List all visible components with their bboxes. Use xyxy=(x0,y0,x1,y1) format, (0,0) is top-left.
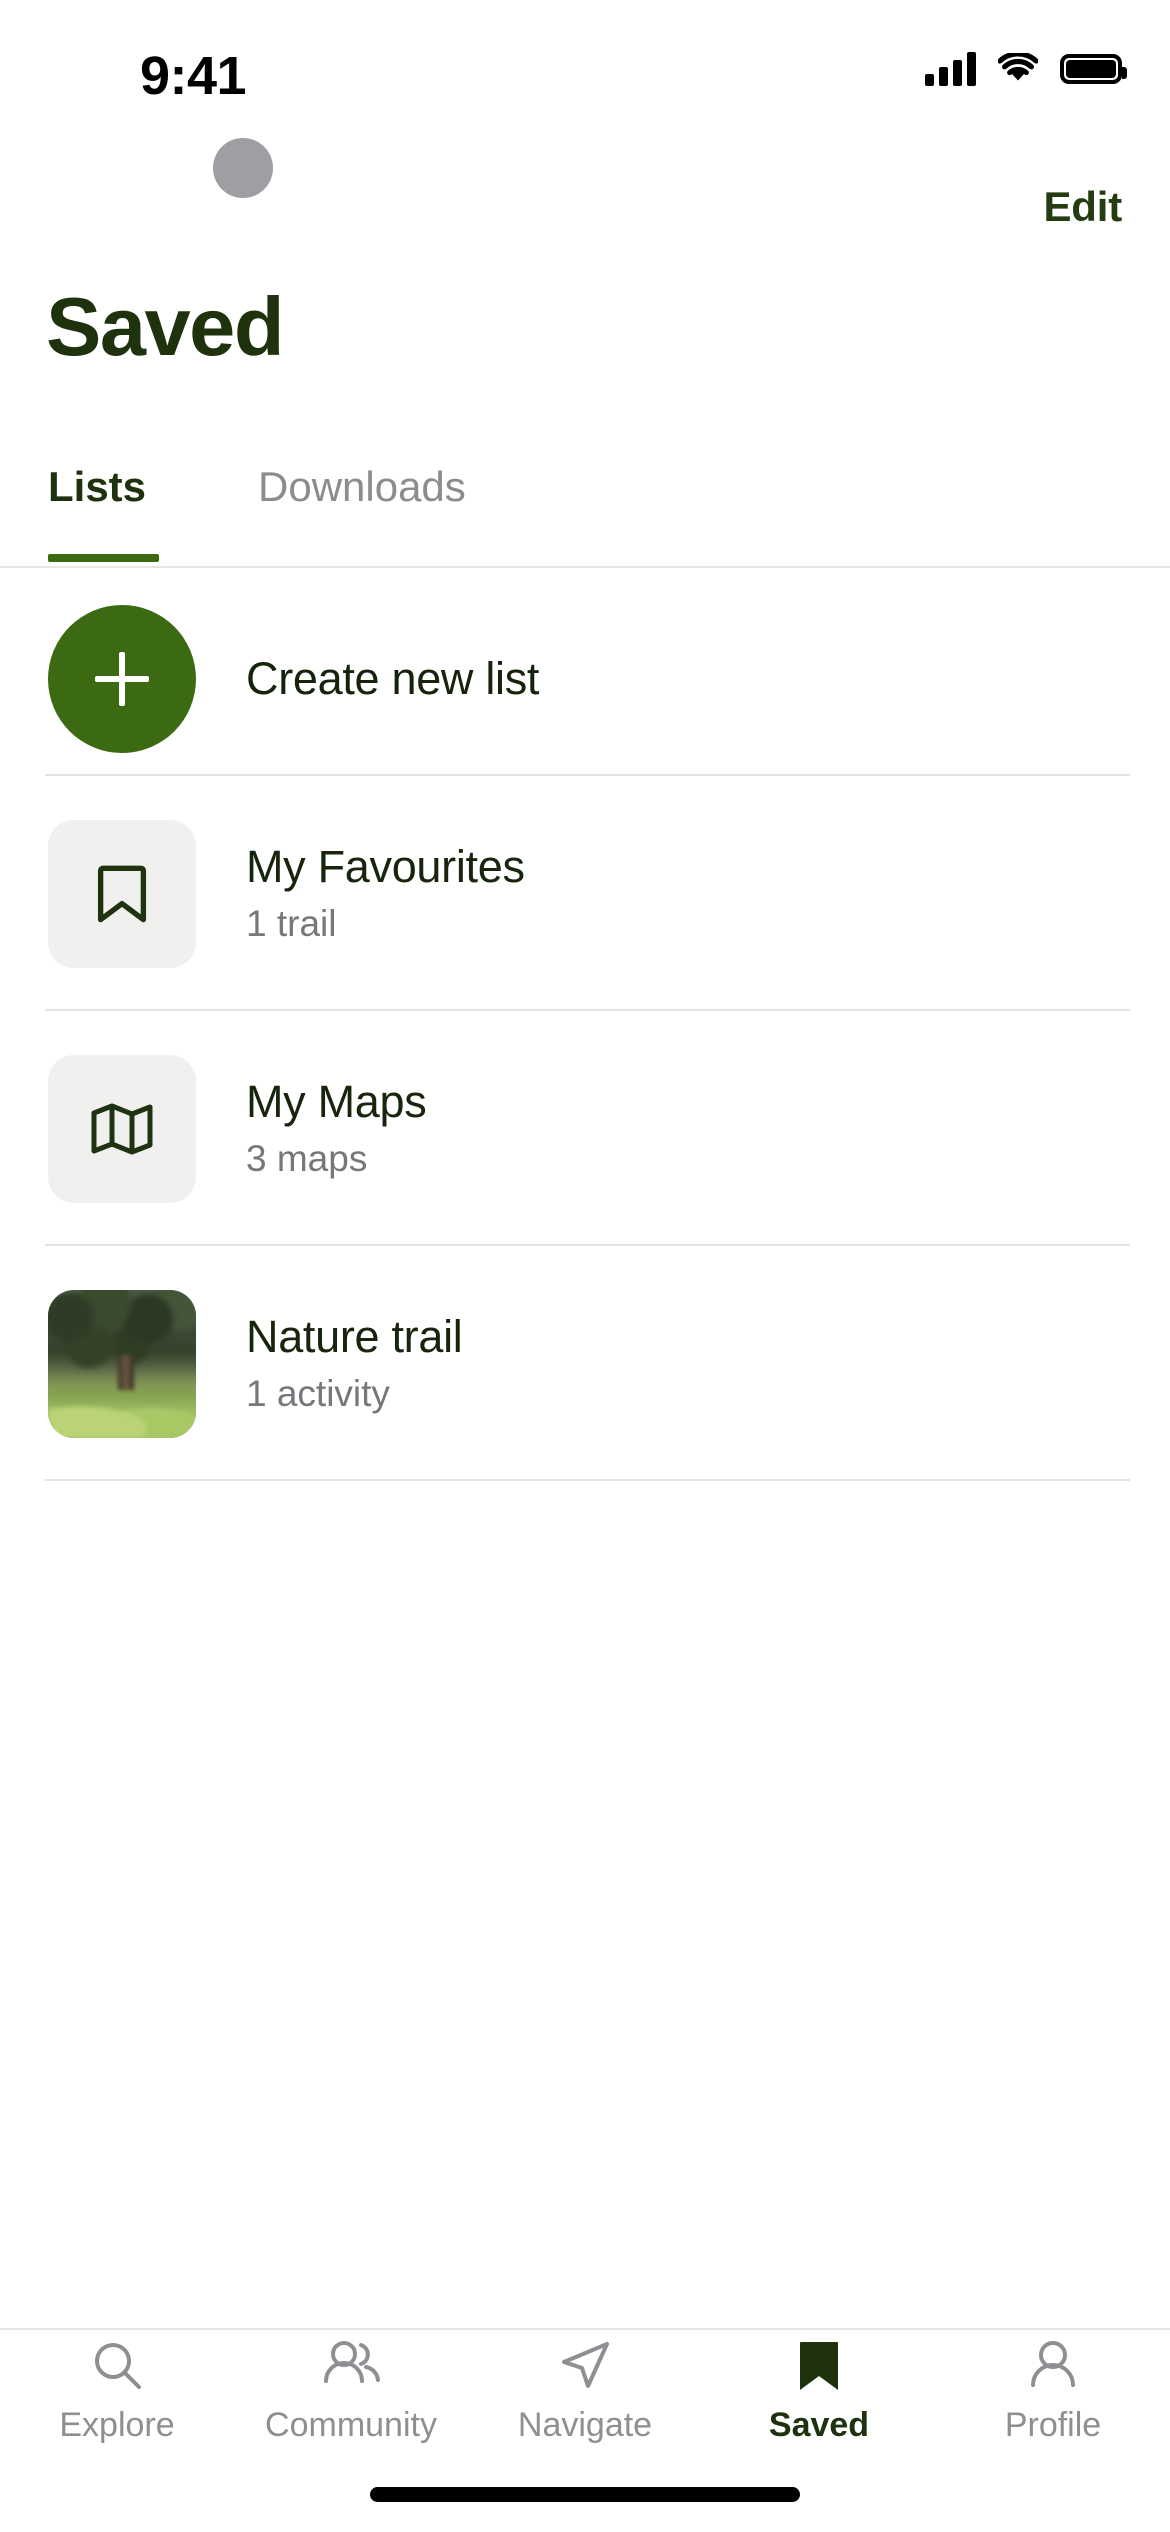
avatar[interactable] xyxy=(213,138,273,198)
home-indicator[interactable] xyxy=(370,2487,800,2502)
tabbar-label: Explore xyxy=(59,2406,175,2444)
list-item-my-maps[interactable]: My Maps 3 maps xyxy=(0,1011,1170,1246)
app-screen: 9:41 Edit Saved Lists Downloads Create n… xyxy=(0,0,1170,2532)
list-item-title: My Maps xyxy=(246,1075,427,1127)
saved-lists: Create new list My Favourites 1 trail My… xyxy=(0,568,1170,1481)
list-item-my-favourites[interactable]: My Favourites 1 trail xyxy=(0,776,1170,1011)
people-icon xyxy=(319,2336,383,2394)
map-icon xyxy=(48,1054,196,1203)
create-new-list-row[interactable]: Create new list xyxy=(0,568,1170,776)
list-item-title: My Favourites xyxy=(246,840,525,892)
tabbar-item-profile[interactable]: Profile xyxy=(936,2330,1170,2445)
search-icon xyxy=(89,2336,145,2394)
bottom-tab-bar: Explore Community Navigate Saved Profile xyxy=(0,2330,1170,2452)
list-item-title: Nature trail xyxy=(246,1310,463,1362)
create-new-list-text: Create new list xyxy=(246,652,540,704)
status-bar: 9:41 xyxy=(0,0,1170,106)
tab-lists[interactable]: Lists xyxy=(48,466,146,520)
tabbar-label: Profile xyxy=(1004,2406,1102,2444)
photo-thumbnail xyxy=(48,1289,196,1438)
cellular-signal-icon xyxy=(925,52,976,86)
tabbar-item-saved[interactable]: Saved xyxy=(702,2330,936,2445)
battery-full-icon xyxy=(1060,54,1127,84)
wifi-icon xyxy=(997,51,1039,85)
bookmark-filled-icon xyxy=(797,2336,841,2394)
list-item-nature-trail[interactable]: Nature trail 1 activity xyxy=(0,1246,1170,1481)
tabbar-label: Navigate xyxy=(517,2406,653,2444)
list-item-text: Nature trail 1 activity xyxy=(246,1310,463,1415)
list-item-subtitle: 1 trail xyxy=(246,903,337,945)
status-bar-time: 9:41 xyxy=(140,46,247,106)
tab-strip: Lists Downloads xyxy=(0,466,1170,566)
tabbar-label: Saved xyxy=(768,2406,870,2444)
tabbar-label: Community xyxy=(265,2406,437,2444)
list-item-subtitle: 3 maps xyxy=(246,1138,368,1180)
tab-downloads[interactable]: Downloads xyxy=(258,466,466,520)
list-item-text: My Maps 3 maps xyxy=(246,1075,427,1180)
row-separator xyxy=(45,1479,1130,1481)
edit-button[interactable]: Edit xyxy=(1043,183,1122,231)
navigate-icon xyxy=(557,2336,613,2394)
tabbar-item-explore[interactable]: Explore xyxy=(0,2330,234,2445)
create-new-list-label: Create new list xyxy=(246,652,540,704)
status-bar-icons xyxy=(925,51,1127,86)
list-item-subtitle: 1 activity xyxy=(246,1373,390,1415)
tab-active-indicator xyxy=(48,554,159,562)
tabbar-item-community[interactable]: Community xyxy=(234,2330,468,2445)
tabbar-item-navigate[interactable]: Navigate xyxy=(468,2330,702,2445)
page-title: Saved xyxy=(46,280,285,373)
person-icon xyxy=(1025,2336,1081,2394)
plus-icon xyxy=(48,605,196,753)
bookmark-icon xyxy=(48,819,196,968)
list-item-text: My Favourites 1 trail xyxy=(246,840,525,945)
